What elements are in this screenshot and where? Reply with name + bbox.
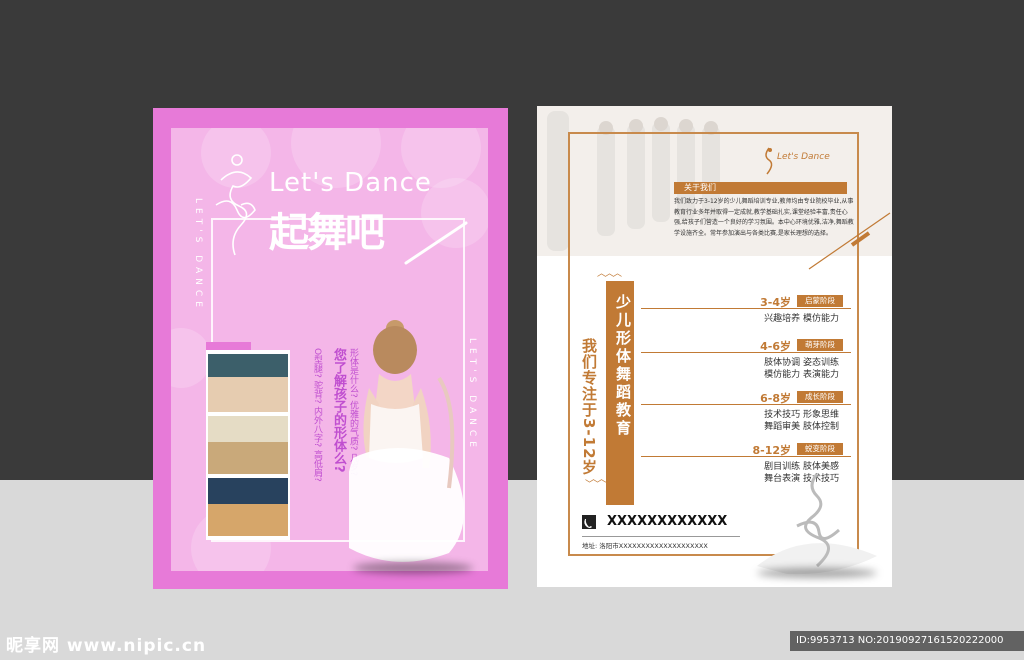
stage-skill: 舞蹈审美 肢体控制	[764, 422, 839, 432]
stage-divider	[641, 456, 851, 457]
stage-divider	[641, 352, 851, 353]
about-label: 关于我们	[684, 183, 716, 192]
watermark-id: ID:9953713 NO:20190927161520222000	[790, 631, 1024, 651]
decor-zigzag: ︿︿︿	[597, 269, 622, 279]
dancer-logo-icon	[215, 154, 256, 256]
program-title: 少儿形体舞蹈教育	[614, 294, 632, 438]
title-chinese: 起舞吧	[269, 210, 385, 256]
flyer-front-panel: Let's Dance 起舞吧 LET'S DANCE LET'S DANCE …	[171, 128, 488, 571]
flyer-back: Let's Dance 关于我们 我们致力于3-12岁的少儿舞蹈培训专业,教师均…	[537, 106, 892, 587]
stage-skill: 模仿能力 表演能力	[764, 370, 839, 380]
floor-shadow	[353, 562, 473, 574]
flyer-front: Let's Dance 起舞吧 LET'S DANCE LET'S DANCE …	[153, 108, 508, 589]
brand-name: Let's Dance	[777, 152, 830, 162]
class-photo	[208, 478, 288, 536]
decor-diagonal-line	[808, 212, 891, 270]
focus-age-text: 我们专注于3-12岁	[580, 338, 598, 476]
stage-divider	[641, 308, 851, 309]
decor-bubble	[171, 328, 211, 388]
watermark-site: 昵享网 www.nipic.cn	[6, 636, 207, 656]
photo-strip	[206, 350, 290, 540]
stage-divider	[641, 404, 851, 405]
question-sub-2: O型腿? 驼背? 内外八字? 高低肩?	[312, 348, 322, 482]
floor-shadow	[757, 568, 877, 578]
ballerina-image	[349, 320, 464, 562]
phone-icon	[582, 515, 596, 529]
class-photo	[208, 416, 288, 474]
title-english: Let's Dance	[269, 168, 432, 198]
question-main: 您了解孩子的形体么?	[331, 348, 346, 473]
dancer-feather-logo	[757, 473, 877, 575]
brand-logo-icon	[765, 147, 773, 175]
stage-tag: 蜕变阶段	[797, 443, 843, 455]
class-photo	[208, 354, 288, 412]
stage-tag: 启蒙阶段	[797, 295, 843, 307]
stage-skill: 兴趣培养 模仿能力	[764, 314, 839, 324]
address-text: 地址: 洛阳市XXXXXXXXXXXXXXXXXXXX	[582, 542, 708, 550]
decor-streak	[404, 221, 468, 265]
stage-tag: 成长阶段	[797, 391, 843, 403]
stage-tag: 萌芽阶段	[797, 339, 843, 351]
address-divider	[582, 536, 740, 537]
phone-number: XXXXXXXXXXXX	[607, 514, 728, 529]
accent-bar	[206, 342, 251, 350]
vertical-brand-left: LET'S DANCE	[193, 198, 203, 312]
